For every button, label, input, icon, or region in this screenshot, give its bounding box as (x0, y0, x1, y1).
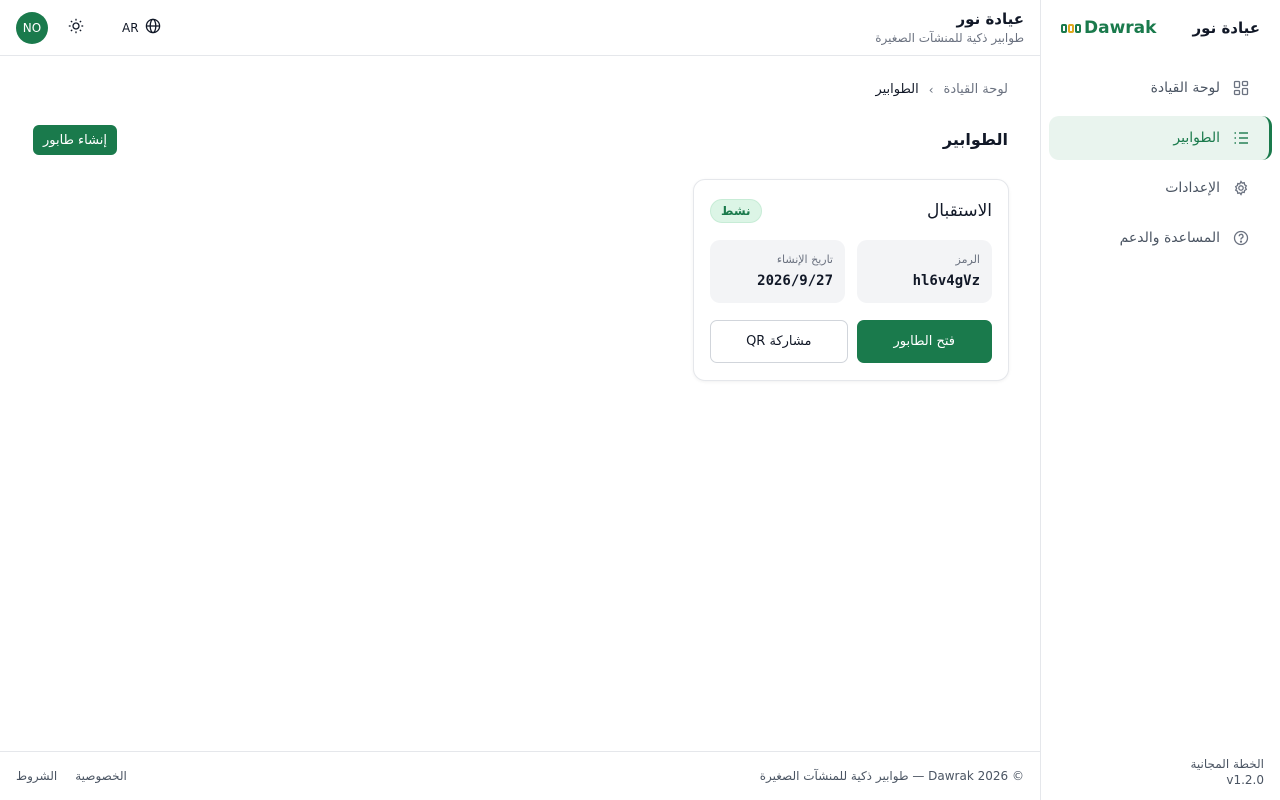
date-value: 2026/9/27 (757, 273, 833, 289)
queue-date-box: تاريخ الإنشاء 2026/9/27 (710, 240, 845, 303)
sidebar-org-name: عيادة نور (1192, 19, 1260, 37)
sidebar-item-label: الطوابير (1173, 130, 1220, 146)
status-badge: نشط (710, 199, 762, 223)
open-queue-button[interactable]: فتح الطابور (856, 320, 992, 363)
theme-toggle-button[interactable] (68, 18, 84, 37)
sidebar-item-queues[interactable]: الطوابير (1049, 116, 1272, 160)
queue-stats: الرمز hl6v4gVz تاريخ الإنشاء 2026/9/27 (710, 240, 992, 303)
globe-icon (145, 18, 161, 37)
sidebar: عيادة نور Dawrak لوحة القيادة الطوابير ا… (1040, 0, 1280, 800)
language-switch-button[interactable]: AR (122, 18, 161, 37)
share-qr-button[interactable]: مشاركة QR (710, 320, 848, 363)
breadcrumb: لوحة القيادة › الطوابير (875, 82, 1008, 97)
logo-text: Dawrak (1084, 18, 1157, 38)
header-actions: NO AR (16, 11, 161, 44)
sidebar-item-label: المساعدة والدعم (1119, 230, 1220, 246)
logo-mark-icon (1061, 23, 1081, 33)
list-icon (1232, 129, 1250, 147)
sun-icon (68, 18, 84, 37)
org-name: عيادة نور (956, 9, 1024, 28)
sidebar-item-help[interactable]: المساعدة والدعم (1049, 216, 1272, 260)
breadcrumb-dashboard-link[interactable]: لوحة القيادة (944, 82, 1008, 97)
code-label: الرمز (955, 253, 980, 266)
gear-icon (1232, 179, 1250, 197)
copyright-text: © 2026 Dawrak — طوابير ذكية للمنشآت الصغ… (759, 769, 1024, 783)
sidebar-nav: لوحة القيادة الطوابير الإعدادات المساعدة… (1041, 56, 1280, 260)
sidebar-item-dashboard[interactable]: لوحة القيادة (1049, 66, 1272, 110)
terms-link[interactable]: الشروط (16, 769, 57, 783)
chevron-left-icon: › (928, 82, 934, 97)
queue-card: الاستقبال نشط الرمز hl6v4gVz تاريخ الإنش… (693, 179, 1009, 381)
avatar[interactable]: NO (16, 11, 48, 44)
page-title: الطوابير (942, 130, 1008, 149)
help-circle-icon (1232, 229, 1250, 247)
dashboard-grid-icon (1232, 79, 1250, 97)
breadcrumb-current: الطوابير (875, 82, 919, 97)
date-label: تاريخ الإنشاء (776, 253, 833, 266)
dawrak-logo[interactable]: Dawrak (1061, 18, 1156, 38)
sidebar-item-label: الإعدادات (1165, 180, 1220, 196)
sidebar-item-settings[interactable]: الإعدادات (1049, 166, 1272, 210)
plan-info: الخطة المجانية v1.2.0 (1190, 756, 1264, 788)
create-queue-button[interactable]: إنشاء طابور (33, 125, 117, 155)
queue-title: الاستقبال (926, 201, 992, 221)
footer: © 2026 Dawrak — طوابير ذكية للمنشآت الصغ… (0, 751, 1040, 800)
sidebar-item-label: لوحة القيادة (1150, 80, 1220, 96)
language-label: AR (122, 20, 139, 35)
main-content: لوحة القيادة › الطوابير الطوابير إنشاء ط… (0, 56, 1040, 751)
code-value: hl6v4gVz (912, 273, 980, 289)
privacy-link[interactable]: الخصوصية (75, 769, 127, 783)
org-tagline: طوابير ذكية للمنشآت الصغيرة (875, 30, 1024, 45)
footer-links: الشروط الخصوصية (16, 769, 127, 783)
org-info: عيادة نور طوابير ذكية للمنشآت الصغيرة (875, 9, 1024, 47)
queue-code-box: الرمز hl6v4gVz (857, 240, 992, 303)
plan-label: الخطة المجانية (1190, 757, 1264, 771)
queue-actions: فتح الطابور مشاركة QR (710, 320, 992, 363)
brand: عيادة نور Dawrak (1041, 0, 1280, 56)
queue-card-header: الاستقبال نشط (710, 196, 992, 226)
top-header: عيادة نور طوابير ذكية للمنشآت الصغيرة NO… (0, 0, 1040, 56)
version-label: v1.2.0 (1226, 773, 1264, 787)
